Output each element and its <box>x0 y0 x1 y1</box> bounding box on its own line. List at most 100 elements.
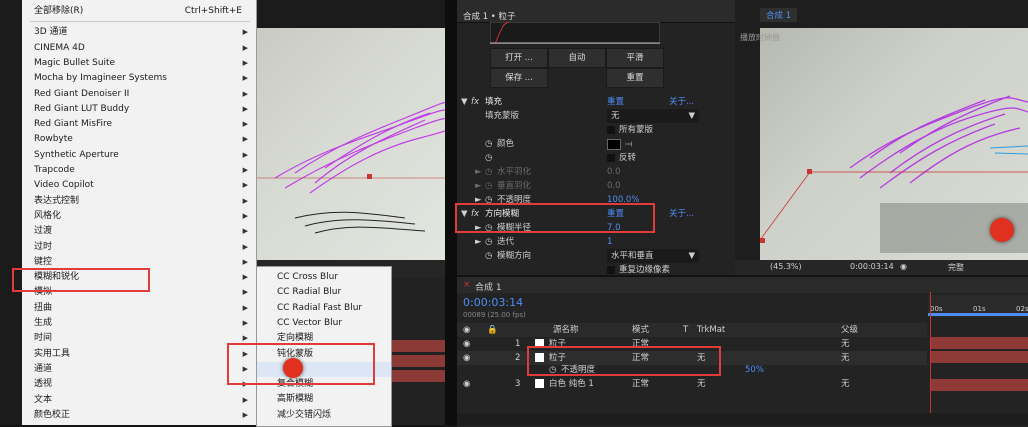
left-comp-viewer[interactable] <box>255 28 456 260</box>
layer-duration-bar[interactable] <box>930 379 1028 391</box>
menu-item[interactable]: CINEMA 4D ▶ <box>22 41 256 56</box>
menu-item[interactable]: Red Giant MisFire ▶ <box>22 117 256 132</box>
open-button[interactable]: 打开 ... <box>490 48 548 68</box>
submenu-arrow-icon: ▶ <box>242 150 248 159</box>
fx-icon[interactable]: fx <box>471 95 479 109</box>
submenu-item[interactable]: 高斯模糊 <box>257 392 391 407</box>
viewer-timecode[interactable]: 0:00:03:14 <box>850 262 894 271</box>
all-masks-checkbox[interactable] <box>607 126 615 134</box>
stopwatch-icon[interactable]: ◷ <box>485 235 492 249</box>
fill-mask-row: 填充蒙版 无 ▼ <box>457 109 735 123</box>
iterations-value[interactable]: 1 <box>607 235 612 249</box>
color-swatch[interactable] <box>607 139 621 150</box>
blur-direction-value: 水平和垂直 <box>611 251 654 261</box>
layer-mode-dropdown[interactable]: 正常 <box>632 377 649 391</box>
fill-mask-dropdown[interactable]: 无 ▼ <box>607 109 699 123</box>
menu-item[interactable]: 全部移除(R) Ctrl+Shift+E <box>22 4 256 19</box>
save-button[interactable]: 保存 ... <box>490 68 548 88</box>
menu-item[interactable]: Rowbyte ▶ <box>22 132 256 147</box>
stopwatch-icon[interactable]: ◷ <box>485 165 492 179</box>
menu-item-label: 全部移除(R) <box>34 6 84 16</box>
menu-item[interactable]: Video Copilot ▶ <box>22 178 256 193</box>
menu-item[interactable]: 实用工具 ▶ <box>22 347 256 362</box>
submenu-item[interactable]: CC Radial Fast Blur <box>257 301 391 316</box>
menu-item[interactable]: 时间 ▶ <box>22 331 256 346</box>
stopwatch-icon[interactable]: ◷ <box>485 151 492 165</box>
layer-parent-dropdown[interactable]: 无 <box>841 377 850 391</box>
menu-item[interactable]: 文本 ▶ <box>22 393 256 408</box>
menu-item[interactable]: Red Giant Denoiser II ▶ <box>22 87 256 102</box>
layer-row[interactable]: ◉ 3 白色 纯色 1 正常 无 无 <box>457 377 927 391</box>
h-feather-value[interactable]: 0.0 <box>607 165 621 179</box>
current-time-indicator[interactable] <box>930 292 931 425</box>
menu-item[interactable]: Trapcode ▶ <box>22 163 256 178</box>
reset-curve-button[interactable]: 重置 <box>606 68 664 88</box>
menu-item[interactable]: Synthetic Aperture ▶ <box>22 148 256 163</box>
eye-icon[interactable]: ◉ <box>463 337 470 351</box>
menu-item[interactable]: 过时 ▶ <box>22 240 256 255</box>
stopwatch-icon[interactable]: ◷ <box>485 249 492 263</box>
stopwatch-icon[interactable]: ◷ <box>485 137 492 151</box>
menu-item[interactable]: 颜色校正 ▶ <box>22 408 256 423</box>
submenu-item[interactable]: CC Vector Blur <box>257 316 391 331</box>
time-ruler[interactable]: 00s 01s 02s <box>928 295 1028 317</box>
column-mode[interactable]: 模式 <box>632 323 649 337</box>
eye-icon[interactable]: ◉ <box>463 377 470 391</box>
zoom-level[interactable]: (45.3%) <box>770 262 802 271</box>
menu-item[interactable]: Red Giant LUT Buddy ▶ <box>22 102 256 117</box>
effect-controls-tab[interactable]: 合成 1 • 粒子 <box>457 0 735 23</box>
expand-arrow-icon[interactable]: ► <box>475 165 482 179</box>
menu-item[interactable]: 透视 ▶ <box>22 377 256 392</box>
eyedropper-icon[interactable]: ⟞ <box>625 137 632 151</box>
blur-direction-dropdown[interactable]: 水平和垂直 ▼ <box>607 249 699 263</box>
fill-effect-header[interactable]: ▼ fx 填充 重置 关于... <box>457 95 735 109</box>
timeline-timecode[interactable]: 0:00:03:14 <box>463 296 523 309</box>
layer-duration-bar[interactable] <box>930 337 1028 349</box>
opacity-property-value[interactable]: 50% <box>745 363 764 377</box>
expand-arrow-icon[interactable]: ► <box>475 235 482 249</box>
composition-canvas[interactable]: 播放时钟器 <box>740 28 1028 260</box>
submenu-item[interactable]: CC Radial Blur <box>257 285 391 300</box>
effect-context-menu: 全部移除(R) Ctrl+Shift+E 3D 通道 ▶ CINEMA 4D ▶ Magic… <box>12 0 257 425</box>
expand-arrow-icon[interactable]: ▼ <box>461 95 468 109</box>
repeat-edge-checkbox[interactable] <box>607 266 615 274</box>
menu-item[interactable]: 风格化 ▶ <box>22 209 256 224</box>
curve-preview <box>490 22 660 44</box>
menu-item[interactable]: Magic Bullet Suite ▶ <box>22 56 256 71</box>
v-feather-label: 垂直羽化 <box>497 181 532 191</box>
layer-name[interactable]: 白色 纯色 1 <box>549 377 594 391</box>
expand-arrow-icon[interactable]: ► <box>475 179 482 193</box>
menu-item[interactable]: 生成 ▶ <box>22 316 256 331</box>
camera-icon[interactable]: ◉ <box>900 262 907 271</box>
layer-duration-bar[interactable] <box>930 351 1028 363</box>
layer-trkmat-dropdown[interactable]: 无 <box>697 377 706 391</box>
menu-item[interactable]: 通道 ▶ <box>22 362 256 377</box>
fill-about-link[interactable]: 关于... <box>669 95 694 109</box>
smooth-button[interactable]: 平滑 <box>606 48 664 68</box>
stopwatch-icon[interactable]: ◷ <box>485 179 492 193</box>
resolution-dropdown[interactable]: 完整 <box>948 262 964 273</box>
column-parent[interactable]: 父级 <box>841 323 858 337</box>
timeline-tab[interactable]: 合成 1 <box>475 280 502 293</box>
blur-about-link[interactable]: 关于... <box>669 207 694 221</box>
viewer-tab[interactable]: 合成 1 <box>760 8 798 22</box>
menu-item[interactable]: 扭曲 ▶ <box>22 301 256 316</box>
submenu-item[interactable]: 减少交错闪烁 <box>257 408 391 423</box>
auto-button[interactable]: 自动 <box>548 48 606 68</box>
chevron-down-icon: ▼ <box>688 111 695 121</box>
column-source-name[interactable]: 源名称 <box>553 323 579 337</box>
layer-parent-dropdown[interactable]: 无 <box>841 337 850 351</box>
blur-sharpen-submenu: CC Cross Blur CC Radial Blur CC Radial Fas… <box>227 266 392 427</box>
menu-item[interactable]: 3D 通道 ▶ <box>22 25 256 40</box>
invert-checkbox[interactable] <box>607 154 615 162</box>
column-trkmat[interactable]: TrkMat <box>697 323 725 337</box>
fill-reset-link[interactable]: 重置 <box>607 95 624 109</box>
mouse-cursor-indicator <box>283 357 303 378</box>
close-icon[interactable]: × <box>463 280 471 290</box>
menu-item[interactable]: Mocha by Imagineer Systems ▶ <box>22 71 256 86</box>
v-feather-value[interactable]: 0.0 <box>607 179 621 193</box>
work-area-bar[interactable] <box>928 313 1028 316</box>
menu-item[interactable]: 表达式控制 ▶ <box>22 194 256 209</box>
menu-item[interactable]: 过渡 ▶ <box>22 224 256 239</box>
submenu-item[interactable]: CC Cross Blur <box>257 270 391 285</box>
